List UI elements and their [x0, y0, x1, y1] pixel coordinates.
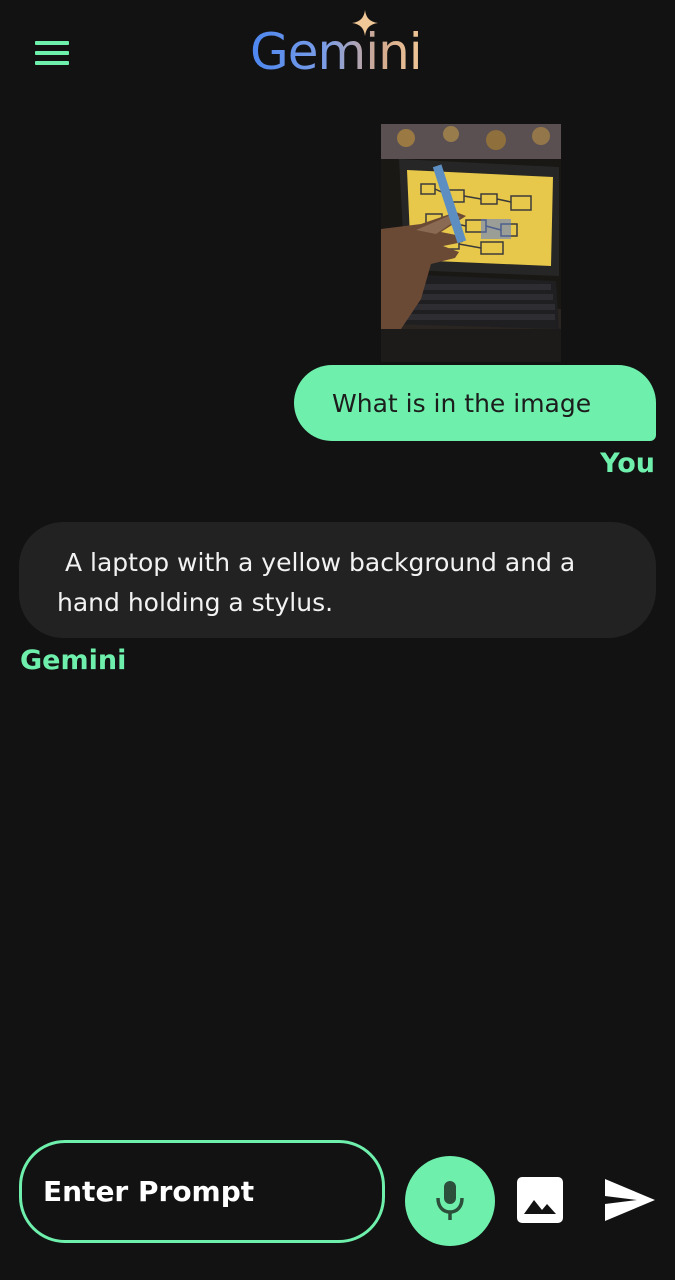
- photo-content: [381, 124, 561, 362]
- microphone-button[interactable]: [405, 1156, 495, 1246]
- user-message-text: What is in the image: [332, 388, 592, 418]
- image-upload-button[interactable]: [517, 1177, 563, 1223]
- assistant-message-bubble: A laptop with a yellow background and a …: [19, 522, 656, 638]
- chat-screen: Gemini What is in the image You A laptop…: [0, 0, 675, 1280]
- prompt-input[interactable]: [19, 1140, 385, 1243]
- user-message-bubble: What is in the image: [294, 365, 656, 441]
- image-icon: [517, 1177, 563, 1223]
- assistant-sender-label: Gemini: [20, 645, 127, 676]
- hamburger-menu-icon[interactable]: [34, 39, 70, 67]
- attached-photo[interactable]: [381, 124, 561, 362]
- app-logo: Gemini: [250, 10, 430, 82]
- user-sender-label: You: [600, 448, 655, 479]
- send-icon: [605, 1179, 655, 1221]
- sparkle-icon: [352, 10, 378, 36]
- microphone-icon: [436, 1181, 464, 1220]
- send-button[interactable]: [604, 1178, 656, 1222]
- logo-text: Gemini: [250, 23, 423, 81]
